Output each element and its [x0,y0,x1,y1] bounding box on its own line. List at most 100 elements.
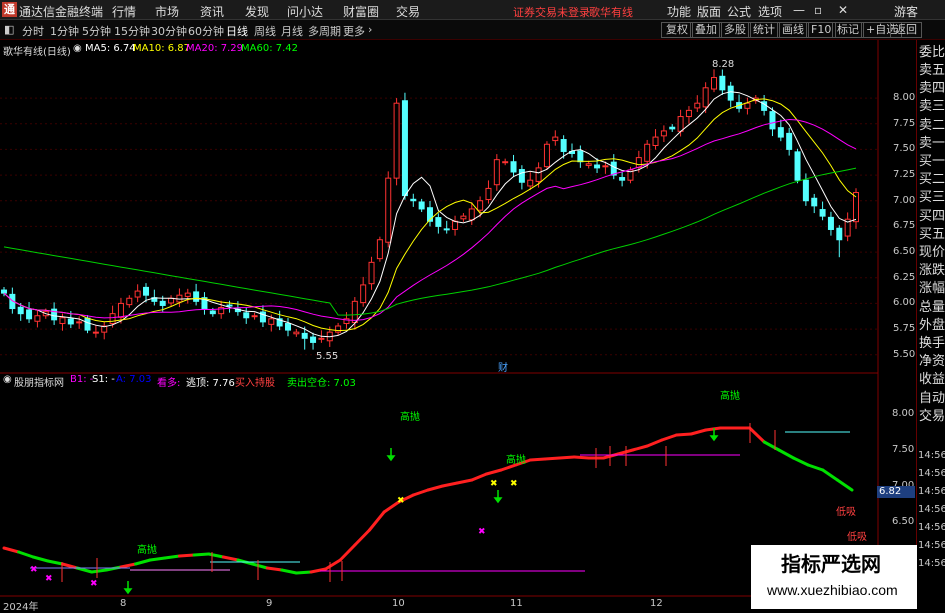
draw-button[interactable]: 画线 [777,22,809,38]
panel-item[interactable]: 总量 [919,299,945,317]
menu-trade[interactable]: 交易 [396,3,420,20]
multi-stock-button[interactable]: 多股 [719,22,751,38]
candle-body [452,220,459,230]
signal-cross-icon: ✖ [490,479,498,489]
panel-item[interactable]: 交易 [919,408,945,426]
date-label: 8 [120,598,127,609]
settings-icon[interactable]: ◉ [3,374,12,385]
tab-60min[interactable]: 60分钟 [188,23,224,39]
panel-item[interactable]: 收益 [919,371,945,389]
panel-item[interactable]: 卖三 [919,98,945,116]
chevron-right-icon[interactable]: › [368,23,372,36]
candle-body [669,126,676,130]
panel-item[interactable]: 卖五 [919,62,945,80]
tab-monthly[interactable]: 月线 [281,23,303,39]
panel-item[interactable]: 换手 [919,335,945,353]
menu-market[interactable]: 市场 [155,3,179,20]
panel-item[interactable]: 涨幅 [919,280,945,298]
candle-body [510,161,517,173]
panel-item[interactable]: 净资 [919,353,945,371]
close-icon[interactable]: ✕ [838,3,848,17]
minimize-icon[interactable]: — [793,3,805,17]
high-sell-signal: 高抛 [137,545,157,556]
overlay-button[interactable]: 叠加 [690,22,722,38]
menu-discover[interactable]: 发现 [245,3,269,20]
menu-function[interactable]: 功能 [667,3,691,20]
date-label: 9 [266,598,273,609]
tab-weekly[interactable]: 周线 [254,23,276,39]
candle-body [527,179,534,187]
panel-ratio[interactable]: 委比 [919,44,945,62]
stats-button[interactable]: 统计 [748,22,780,38]
price-tick: 6.25 [893,271,916,283]
candle-body [460,215,467,220]
indicator-segment [177,553,196,558]
panel-item[interactable]: 卖一 [919,135,945,153]
tab-more[interactable]: 更多 [343,23,365,39]
period-toolbar: ◧ 分时 1分钟 5分钟 15分钟 30分钟 60分钟 日线 周线 月线 多周期… [0,20,945,40]
guest-label[interactable]: 游客 [894,3,918,20]
candle-body [26,309,33,320]
indicator-segment [777,448,796,460]
tab-multi-period[interactable]: 多周期 [308,23,341,39]
tab-1min[interactable]: 1分钟 [50,23,79,39]
candle-body [184,292,191,297]
tab-15min[interactable]: 15分钟 [114,23,150,39]
candle-body [468,208,475,221]
panel-item[interactable]: 外盘 [919,317,945,335]
candle-body [51,308,58,321]
panel-item[interactable]: 涨跌 [919,262,945,280]
panel-item[interactable]: 卖二 [919,117,945,135]
tab-daily[interactable]: 日线 [226,23,248,39]
price-tick: 6.75 [893,220,916,232]
indicator-segment [17,550,35,559]
menu-options[interactable]: 选项 [758,3,782,20]
low-price-label: 5.55 [316,351,339,362]
panel-item[interactable]: 卖四 [919,80,945,98]
panel-item[interactable]: 买一 [919,153,945,171]
menu-wealth[interactable]: 财富圈 [343,3,379,20]
tab-5min[interactable]: 5分钟 [82,23,111,39]
menu-layout[interactable]: 版面 [697,3,721,20]
menu-ask[interactable]: 问小达 [287,3,323,20]
indicator-segment [616,448,635,456]
panel-item[interactable]: 自动 [919,390,945,408]
candle-body [777,127,784,138]
candle-body [310,336,317,343]
tab-30min[interactable]: 30分钟 [151,23,187,39]
mark-button[interactable]: 标记 [832,22,864,38]
candle-body [368,261,375,285]
candle-body [560,139,567,152]
menu-formula[interactable]: 公式 [727,3,751,20]
candle-body [769,111,776,130]
kline-chart[interactable]: ✖ ✖ ✖ ✖ ✖ ✖ ✖ [0,40,916,609]
candle-body [543,143,550,168]
indicator-segment [675,432,693,437]
indicator-segment [689,428,708,436]
tab-intraday[interactable]: 分时 [22,23,44,39]
date-label: 10 [392,598,405,609]
candle-body [702,87,709,108]
restore-icon[interactable]: ▫ [814,3,822,17]
price-tick: 6.50 [893,246,916,258]
candle-body [685,109,692,118]
candle-body [660,130,667,137]
panel-item[interactable]: 买二 [919,171,945,189]
back-button[interactable]: 返回 [890,22,922,38]
panel-toggle-icon[interactable]: ◧ [4,23,14,36]
candle-body [226,304,233,307]
candle-body [293,331,300,335]
login-warning[interactable]: 证券交易未登录 [513,4,590,20]
indicator-segment [251,562,269,570]
panel-item[interactable]: 买四 [919,208,945,226]
finance-marker[interactable]: 财 [498,359,508,374]
adjust-button[interactable]: 复权 [661,22,693,38]
indicator-segment [163,554,181,560]
indicator-segment [338,543,357,562]
panel-item[interactable]: 买三 [919,189,945,207]
panel-item[interactable]: 现价 [919,244,945,262]
menu-news[interactable]: 资讯 [200,3,224,20]
panel-item[interactable]: 买五 [919,226,945,244]
menu-quotes[interactable]: 行情 [112,3,136,20]
high-price-label: 8.28 [712,59,735,70]
